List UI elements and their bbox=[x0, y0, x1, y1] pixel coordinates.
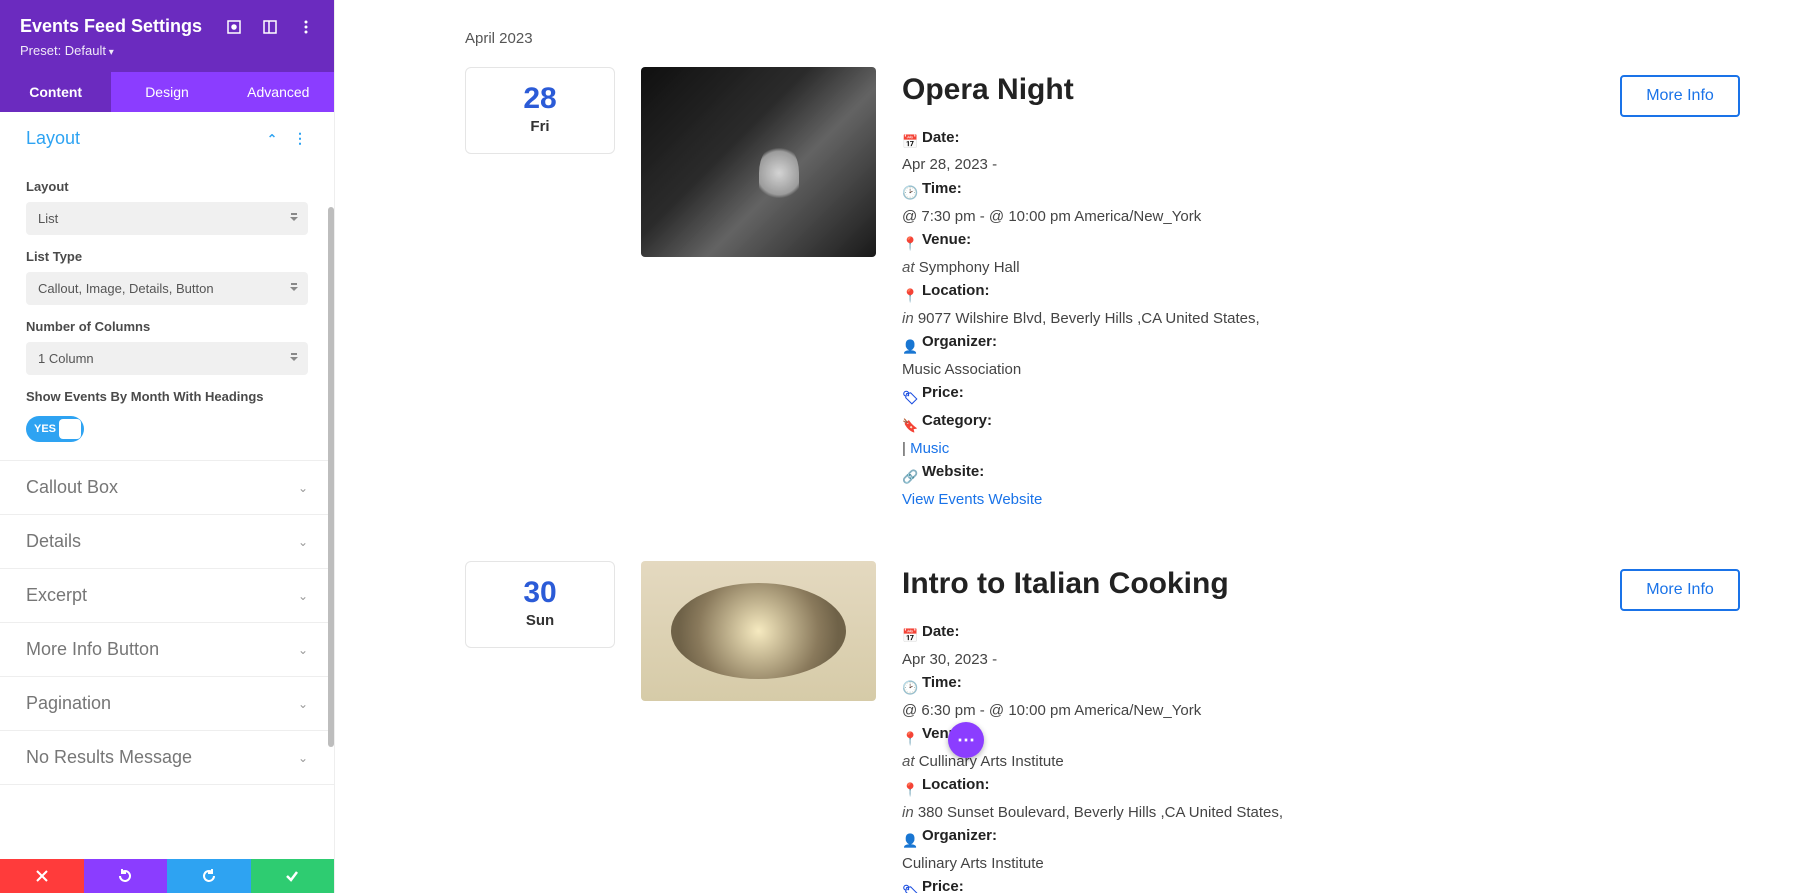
module-options-fab[interactable] bbox=[948, 722, 984, 758]
section-excerpt: Excerpt bbox=[0, 569, 334, 623]
event-image[interactable] bbox=[641, 67, 876, 257]
callout-dow: Fri bbox=[466, 118, 614, 135]
chevron-down-icon bbox=[298, 481, 308, 495]
tag-icon bbox=[902, 386, 916, 400]
select-layout[interactable]: List bbox=[26, 202, 308, 235]
redo-button[interactable] bbox=[167, 859, 251, 893]
label-layout: Layout bbox=[26, 179, 308, 194]
section-more-info: More Info Button bbox=[0, 623, 334, 677]
callout-day: 30 bbox=[466, 576, 614, 610]
undo-button[interactable] bbox=[84, 859, 168, 893]
event-details: Intro to Italian Cooking Date: Apr 30, 2… bbox=[902, 561, 1594, 893]
expand-icon[interactable] bbox=[226, 19, 242, 35]
section-head-callout[interactable]: Callout Box bbox=[0, 461, 334, 514]
select-list-type[interactable]: Callout, Image, Details, Button bbox=[26, 272, 308, 305]
tab-advanced[interactable]: Advanced bbox=[223, 72, 334, 112]
calendar-icon bbox=[902, 130, 916, 144]
more-info-button[interactable]: More Info bbox=[1620, 569, 1740, 611]
location-icon bbox=[902, 284, 916, 298]
link-icon bbox=[902, 465, 916, 479]
clock-icon bbox=[902, 181, 916, 195]
chevron-down-icon bbox=[298, 643, 308, 657]
section-head-excerpt[interactable]: Excerpt bbox=[0, 569, 334, 622]
chevron-down-icon bbox=[298, 697, 308, 711]
sidebar-body: Layout Layout List List Type Callout, Im… bbox=[0, 112, 334, 859]
location-icon bbox=[902, 778, 916, 792]
event-title[interactable]: Intro to Italian Cooking bbox=[902, 561, 1594, 608]
category-link[interactable]: Music bbox=[910, 440, 949, 457]
sidebar-header: Events Feed Settings Preset: Default bbox=[0, 0, 334, 72]
event-location: in 380 Sunset Boulevard, Beverly Hills ,… bbox=[902, 801, 1594, 824]
scrollbar[interactable] bbox=[328, 207, 334, 747]
callout-day: 28 bbox=[466, 82, 614, 116]
settings-tabs: Content Design Advanced bbox=[0, 72, 334, 112]
section-menu-icon[interactable] bbox=[293, 130, 308, 147]
website-link[interactable]: View Events Website bbox=[902, 491, 1042, 508]
section-callout: Callout Box bbox=[0, 461, 334, 515]
event-image[interactable] bbox=[641, 561, 876, 701]
preview-area: April 2023 28 Fri Opera Night Date: Apr … bbox=[335, 0, 1800, 893]
event-organizer: Music Association bbox=[902, 358, 1594, 381]
calendar-icon bbox=[902, 624, 916, 638]
section-head-no-results[interactable]: No Results Message bbox=[0, 731, 334, 784]
event-location: in 9077 Wilshire Blvd, Beverly Hills ,CA… bbox=[902, 307, 1594, 330]
dock-icon[interactable] bbox=[262, 19, 278, 35]
section-pagination: Pagination bbox=[0, 677, 334, 731]
section-details: Details bbox=[0, 515, 334, 569]
person-icon bbox=[902, 829, 916, 843]
event-time: @ 7:30 pm - @ 10:00 pm America/New_York bbox=[902, 205, 1594, 228]
more-icon[interactable] bbox=[298, 19, 314, 35]
cancel-button[interactable] bbox=[0, 859, 84, 893]
toggle-month-headings[interactable]: YES bbox=[26, 416, 84, 442]
section-title-layout: Layout bbox=[26, 128, 80, 149]
event-time: @ 6:30 pm - @ 10:00 pm America/New_York bbox=[902, 699, 1594, 722]
event-details: Opera Night Date: Apr 28, 2023 - Time: @… bbox=[902, 67, 1594, 511]
chevron-down-icon bbox=[298, 589, 308, 603]
section-layout: Layout Layout List List Type Callout, Im… bbox=[0, 112, 334, 461]
callout-dow: Sun bbox=[466, 612, 614, 629]
event-organizer: Culinary Arts Institute bbox=[902, 852, 1594, 875]
event-date: Apr 28, 2023 - bbox=[902, 153, 1594, 176]
event-row: 28 Fri Opera Night Date: Apr 28, 2023 - … bbox=[465, 67, 1740, 511]
sidebar-footer bbox=[0, 859, 334, 893]
section-no-results: No Results Message bbox=[0, 731, 334, 785]
label-columns: Number of Columns bbox=[26, 319, 308, 334]
chevron-down-icon bbox=[298, 535, 308, 549]
callout-box: 28 Fri bbox=[465, 67, 615, 154]
event-category: | Music bbox=[902, 437, 1594, 460]
toggle-label: YES bbox=[34, 423, 56, 435]
tab-design[interactable]: Design bbox=[111, 72, 222, 112]
section-head-details[interactable]: Details bbox=[0, 515, 334, 568]
preset-dropdown[interactable]: Preset: Default bbox=[20, 43, 314, 58]
tag-icon bbox=[902, 880, 916, 893]
month-heading: April 2023 bbox=[465, 30, 1740, 47]
clock-icon bbox=[902, 676, 916, 690]
person-icon bbox=[902, 335, 916, 349]
section-head-pagination[interactable]: Pagination bbox=[0, 677, 334, 730]
callout-box: 30 Sun bbox=[465, 561, 615, 648]
chevron-up-icon bbox=[267, 132, 277, 146]
event-venue: at Cullinary Arts Institute bbox=[902, 750, 1594, 773]
bookmark-icon bbox=[902, 414, 916, 428]
event-row: 30 Sun Intro to Italian Cooking Date: Ap… bbox=[465, 561, 1740, 893]
section-head-layout[interactable]: Layout bbox=[0, 112, 334, 165]
event-title[interactable]: Opera Night bbox=[902, 67, 1594, 114]
select-columns[interactable]: 1 Column bbox=[26, 342, 308, 375]
settings-sidebar: Events Feed Settings Preset: Default Con… bbox=[0, 0, 335, 893]
panel-title: Events Feed Settings bbox=[20, 16, 202, 37]
event-date: Apr 30, 2023 - bbox=[902, 648, 1594, 671]
label-month-headings: Show Events By Month With Headings bbox=[26, 389, 308, 404]
pin-icon bbox=[902, 727, 916, 741]
section-head-more-info[interactable]: More Info Button bbox=[0, 623, 334, 676]
label-list-type: List Type bbox=[26, 249, 308, 264]
tab-content[interactable]: Content bbox=[0, 72, 111, 112]
save-button[interactable] bbox=[251, 859, 335, 893]
chevron-down-icon bbox=[298, 751, 308, 765]
more-info-button[interactable]: More Info bbox=[1620, 75, 1740, 117]
pin-icon bbox=[902, 232, 916, 246]
event-venue: at Symphony Hall bbox=[902, 256, 1594, 279]
toggle-knob bbox=[59, 419, 81, 439]
